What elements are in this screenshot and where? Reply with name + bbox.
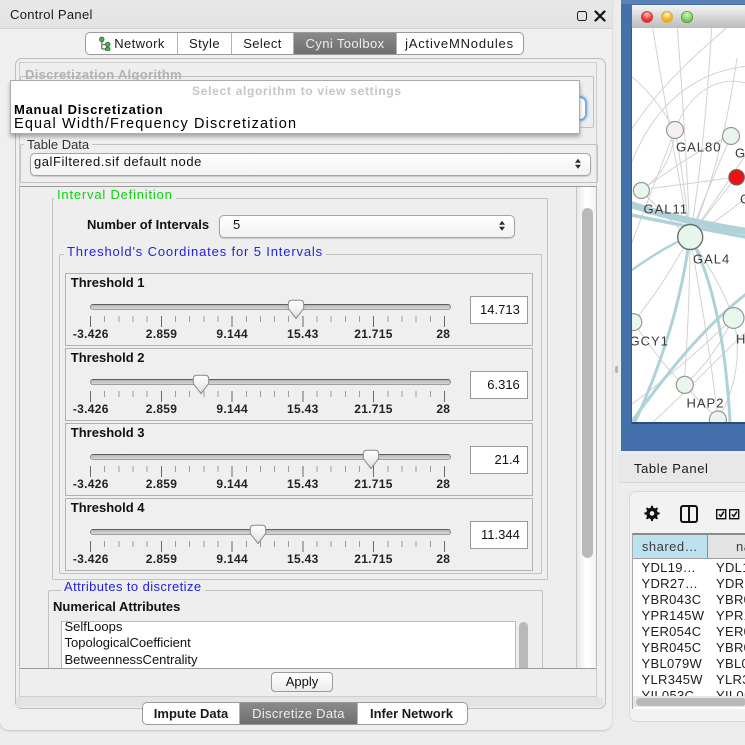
svg-text:GA: GA xyxy=(735,145,745,160)
svg-text:GCY1: GCY1 xyxy=(632,333,669,348)
svg-text:GAL4: GAL4 xyxy=(693,251,730,266)
svg-text:GAL11: GAL11 xyxy=(644,201,689,216)
svg-text:HAP2: HAP2 xyxy=(687,395,725,410)
svg-text:H: H xyxy=(736,331,745,346)
svg-text:C: C xyxy=(740,191,745,206)
svg-text:GAL80: GAL80 xyxy=(676,139,721,154)
